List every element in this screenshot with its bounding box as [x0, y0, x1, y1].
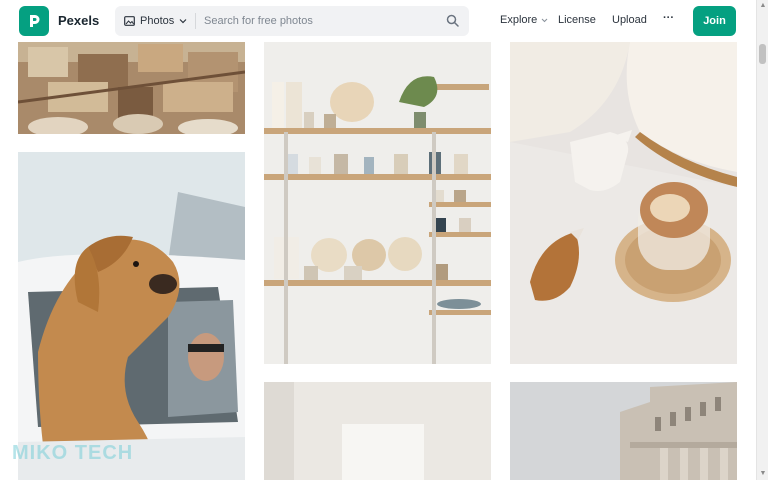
- scroll-up-arrow-icon[interactable]: ▲: [759, 2, 767, 10]
- logo-text[interactable]: Pexels: [58, 13, 99, 28]
- photo-ceramic-shelves[interactable]: [264, 42, 491, 364]
- page-scrollbar[interactable]: ▲ ▼: [756, 0, 768, 480]
- photo-building-facade[interactable]: [510, 382, 737, 480]
- nav-license[interactable]: License: [558, 14, 596, 26]
- top-navbar: Pexels Photos Explore License Upload: [0, 0, 756, 42]
- join-button[interactable]: Join: [693, 6, 736, 36]
- photo-white-wall[interactable]: [264, 382, 491, 480]
- more-dots-icon: ···: [663, 12, 674, 24]
- search-bar: Photos: [115, 6, 469, 36]
- photo-aerial-city[interactable]: [18, 42, 245, 134]
- watermark-logo: MIKO TECH: [12, 442, 134, 464]
- photo-dog-in-car[interactable]: [18, 152, 245, 480]
- image-icon: [124, 16, 135, 26]
- search-input[interactable]: [204, 6, 434, 36]
- nav-explore[interactable]: Explore: [500, 14, 548, 26]
- chevron-down-icon: [541, 18, 548, 22]
- more-menu-button[interactable]: ···: [663, 12, 674, 24]
- nav-upload[interactable]: Upload: [612, 14, 647, 26]
- nav-upload-label: Upload: [612, 14, 647, 26]
- chevron-down-icon: [179, 19, 187, 24]
- nav-explore-label: Explore: [500, 14, 538, 26]
- search-type-label: Photos: [140, 15, 175, 27]
- search-icon[interactable]: [446, 14, 459, 27]
- pexels-logo-icon[interactable]: [19, 6, 49, 36]
- scroll-thumb[interactable]: [759, 44, 766, 64]
- photo-latte-coffee[interactable]: [510, 42, 737, 364]
- search-divider: [195, 13, 196, 29]
- scroll-down-arrow-icon[interactable]: ▼: [759, 470, 767, 478]
- nav-license-label: License: [558, 14, 596, 26]
- search-type-dropdown[interactable]: Photos: [115, 6, 192, 36]
